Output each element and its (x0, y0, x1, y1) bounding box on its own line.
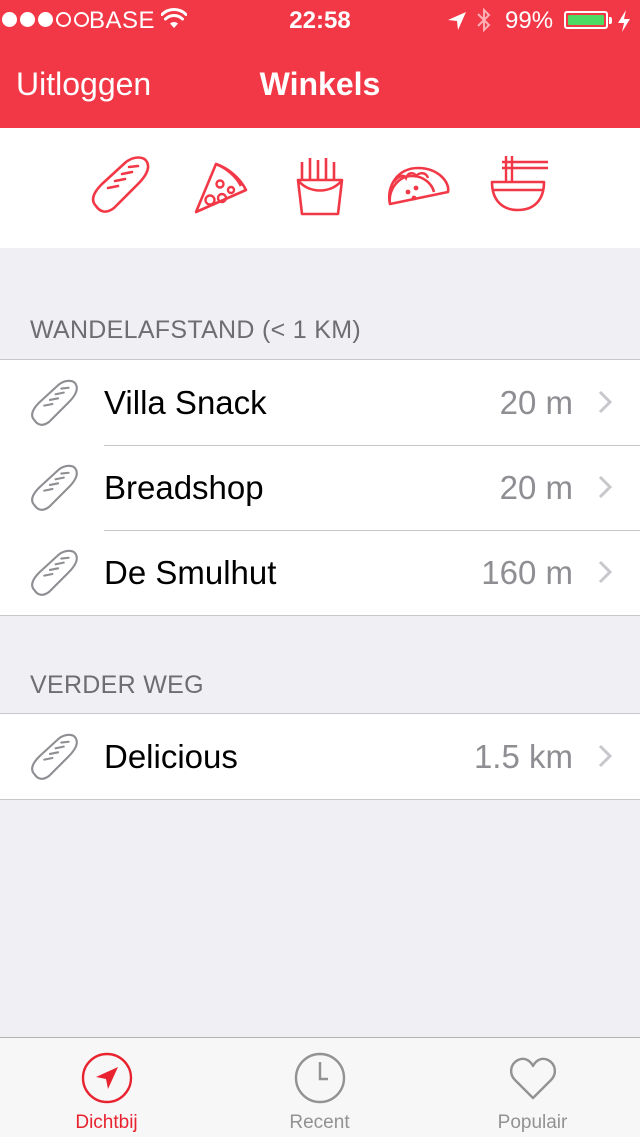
bread-icon (31, 733, 78, 780)
category-bread-button[interactable] (88, 154, 158, 224)
taco-icon (387, 166, 450, 206)
battery-icon (564, 11, 612, 29)
charging-bolt-icon (617, 9, 631, 40)
bread-icon (91, 156, 150, 213)
tab-bar: Dichtbij Recent Populair (0, 1037, 640, 1137)
top-bar: BASE 22:58 99% Uitloggen Winkels (0, 0, 640, 128)
location-arrow-icon (447, 10, 467, 38)
shop-row[interactable]: Breadshop 20 m (0, 445, 640, 530)
shop-list-walking: Villa Snack 20 m Breadshop 20 m De Smulh… (0, 359, 640, 616)
location-arrow-icon (81, 1052, 132, 1104)
shop-distance: 1.5 km (473, 738, 573, 775)
section-header-further: VERDER WEG (30, 671, 204, 699)
shop-row[interactable]: Delicious 1.5 km (0, 714, 640, 799)
shop-distance: 20 m (499, 469, 573, 506)
shop-distance: 160 m (481, 554, 573, 591)
shop-row[interactable]: Villa Snack 20 m (0, 360, 640, 445)
shop-list-further: Delicious 1.5 km (0, 713, 640, 800)
shop-name: Delicious (104, 738, 238, 775)
bread-icon (31, 464, 78, 511)
category-pizza-button[interactable] (188, 154, 258, 224)
noodle-bowl-icon (490, 156, 548, 212)
section-header-walking: WANDELAFSTAND (< 1 KM) (30, 316, 361, 344)
bread-icon (31, 549, 78, 596)
shop-name: Villa Snack (104, 384, 267, 421)
tab-label: Populair (497, 1112, 568, 1133)
tab-dichtbij[interactable]: Dichtbij (0, 1038, 213, 1137)
tab-populair[interactable]: Populair (426, 1038, 639, 1137)
chevron-right-icon (598, 475, 612, 499)
bluetooth-icon (476, 7, 492, 40)
shop-distance: 20 m (499, 384, 573, 421)
category-noodles-button[interactable] (486, 154, 556, 224)
chevron-right-icon (598, 744, 612, 768)
status-bar: BASE 22:58 99% (0, 0, 640, 40)
tab-recent[interactable]: Recent (213, 1038, 426, 1137)
pizza-icon (194, 162, 248, 214)
battery-percent: 99% (505, 7, 554, 34)
fries-icon (296, 158, 344, 216)
category-taco-button[interactable] (384, 154, 454, 224)
clock-icon (294, 1052, 345, 1104)
tab-label: Recent (289, 1112, 350, 1133)
chevron-right-icon (598, 560, 612, 584)
page-title: Winkels (259, 66, 381, 102)
shop-row[interactable]: De Smulhut 160 m (0, 530, 640, 615)
category-fries-button[interactable] (288, 154, 358, 224)
bread-icon (31, 379, 78, 426)
category-filter-bar (0, 128, 640, 248)
shop-name: Breadshop (104, 469, 264, 506)
heart-icon (509, 1057, 556, 1100)
chevron-right-icon (598, 390, 612, 414)
tab-label: Dichtbij (75, 1112, 138, 1133)
shop-name: De Smulhut (104, 554, 277, 591)
